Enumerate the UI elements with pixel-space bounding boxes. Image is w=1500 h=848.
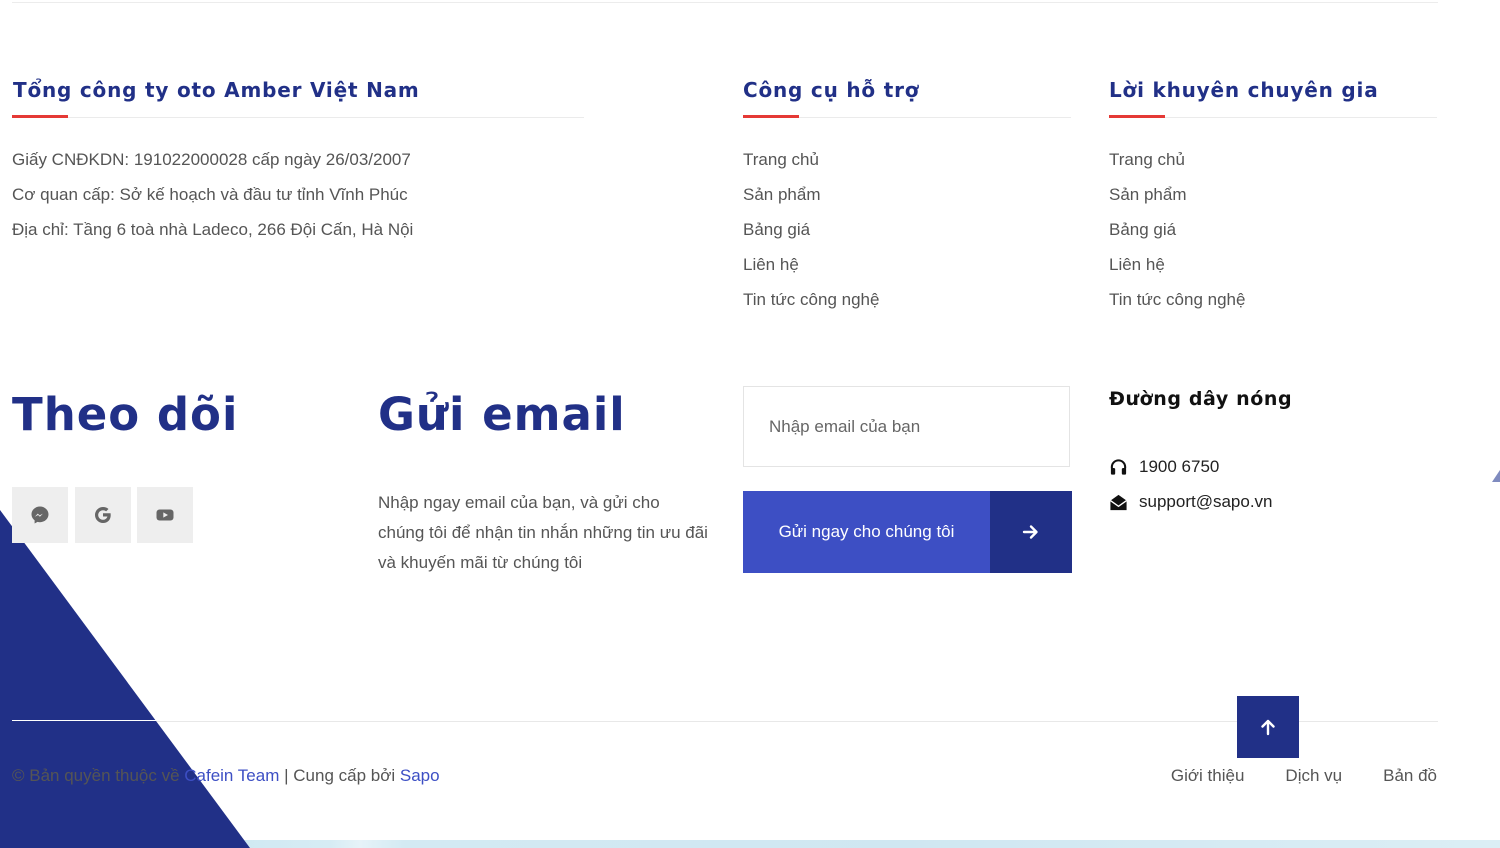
footer-divider <box>12 721 1438 722</box>
company-title-accent <box>12 115 68 118</box>
hotline-phone-row: 1900 6750 <box>1109 457 1219 477</box>
send-email-button-label: Gửi ngay cho chúng tôi <box>778 522 955 541</box>
company-title-rule <box>12 117 584 118</box>
advice-link-pricing[interactable]: Bảng giá <box>1109 218 1245 253</box>
advice-link-tech-news[interactable]: Tin tức công nghệ <box>1109 288 1245 323</box>
messenger-button[interactable] <box>12 487 68 543</box>
hotline-email[interactable]: support@sapo.vn <box>1139 492 1273 512</box>
company-title: Tổng công ty oto Amber Việt Nam <box>13 78 420 102</box>
youtube-button[interactable] <box>137 487 193 543</box>
tools-link-list: Trang chủ Sản phẩm Bảng giá Liên hệ Tin … <box>743 148 879 323</box>
tools-link-products[interactable]: Sản phẩm <box>743 183 879 218</box>
back-to-top-button[interactable] <box>1237 696 1299 758</box>
arrow-up-icon <box>1261 719 1275 736</box>
tools-title: Công cụ hỗ trợ <box>743 78 920 102</box>
messenger-icon <box>31 506 49 524</box>
advice-title: Lời khuyên chuyên gia <box>1109 78 1379 102</box>
hotline-title: Đường dây nóng <box>1109 388 1293 410</box>
hotline-phone[interactable]: 1900 6750 <box>1139 457 1219 477</box>
company-address: Địa chỉ: Tầng 6 toà nhà Ladeco, 266 Đội … <box>12 220 414 239</box>
company-issuer: Cơ quan cấp: Sở kế hoạch và đầu tư tỉnh … <box>12 185 408 204</box>
envelope-open-icon <box>1110 494 1127 510</box>
tools-title-accent <box>743 115 799 118</box>
email-input[interactable] <box>743 386 1070 467</box>
google-button[interactable] <box>75 487 131 543</box>
send-email-arrow <box>990 491 1072 573</box>
top-divider <box>12 2 1438 3</box>
provider-link[interactable]: Sapo <box>400 766 440 785</box>
hotline-email-row: support@sapo.vn <box>1109 492 1273 512</box>
footer-link-about[interactable]: Giới thiệu <box>1171 766 1245 786</box>
newsletter-description: Nhập ngay email của bạn, và gửi cho chún… <box>378 493 708 572</box>
team-link[interactable]: Cafein Team <box>184 766 279 785</box>
advice-link-products[interactable]: Sản phẩm <box>1109 183 1245 218</box>
advice-title-accent <box>1109 115 1165 118</box>
bottom-gradient-strip <box>0 840 1500 848</box>
send-email-button[interactable]: Gửi ngay cho chúng tôi <box>743 491 1072 573</box>
copyright-prefix: © Bản quyền thuộc về <box>12 766 185 785</box>
copyright: © Bản quyền thuộc về Cafein Team | Cung … <box>12 766 440 786</box>
headset-icon <box>1110 458 1127 475</box>
edge-marker <box>1492 470 1500 482</box>
tools-link-pricing[interactable]: Bảng giá <box>743 218 879 253</box>
follow-title: Theo dõi <box>12 388 239 441</box>
footer-links: Giới thiệu Dịch vụ Bản đồ <box>1171 766 1437 786</box>
footer-link-map[interactable]: Bản đồ <box>1383 766 1437 786</box>
youtube-icon <box>156 509 174 521</box>
google-icon <box>95 507 111 523</box>
newsletter-title: Gửi email <box>378 388 626 441</box>
footer-divider-overlay <box>12 720 160 721</box>
tools-link-contact[interactable]: Liên hệ <box>743 253 879 288</box>
tools-link-tech-news[interactable]: Tin tức công nghệ <box>743 288 879 323</box>
arrow-right-icon <box>1022 525 1038 539</box>
copyright-separator: | Cung cấp bởi <box>279 766 400 785</box>
advice-link-home[interactable]: Trang chủ <box>1109 148 1245 183</box>
advice-link-contact[interactable]: Liên hệ <box>1109 253 1245 288</box>
advice-link-list: Trang chủ Sản phẩm Bảng giá Liên hệ Tin … <box>1109 148 1245 323</box>
footer-link-services[interactable]: Dịch vụ <box>1285 766 1342 786</box>
tools-link-home[interactable]: Trang chủ <box>743 148 879 183</box>
company-license: Giấy CNĐKDN: 191022000028 cấp ngày 26/03… <box>12 150 411 169</box>
